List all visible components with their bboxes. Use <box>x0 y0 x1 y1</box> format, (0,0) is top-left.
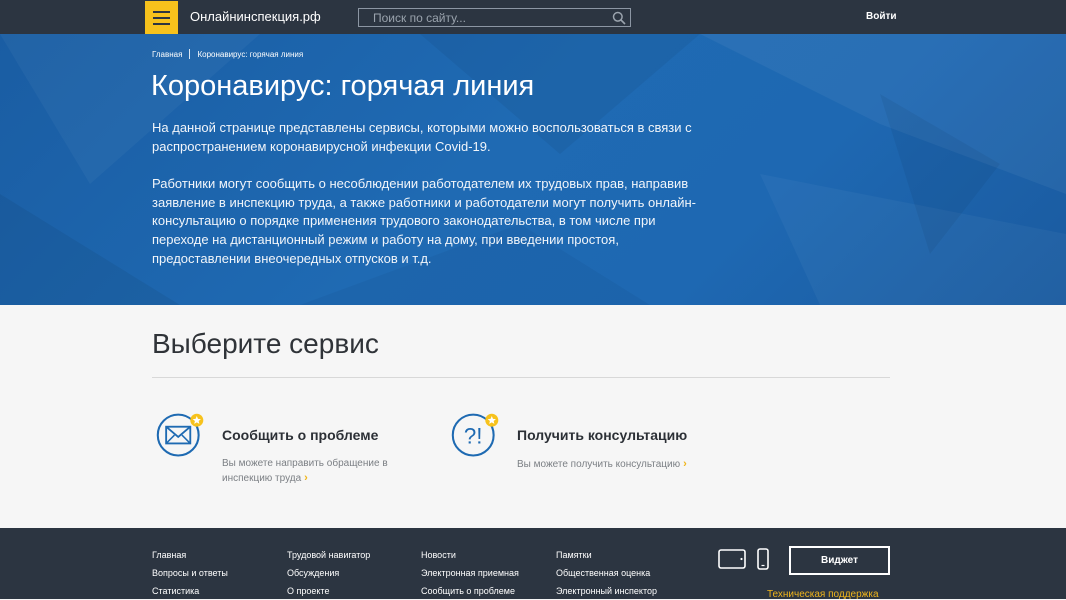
breadcrumb-home-link[interactable]: Главная <box>152 50 182 59</box>
service-card-description-text: Вы можете получить консультацию <box>517 459 681 470</box>
search-box <box>358 8 631 27</box>
service-card-get-consultation[interactable]: ?! Получить консультацию Вы можете получ… <box>450 410 730 490</box>
hero-paragraph-2: Работники могут сообщить о несоблюдении … <box>152 176 696 266</box>
question-exclamation-icon: ?! <box>451 413 499 457</box>
service-card-report-problem[interactable]: Сообщить о проблеме Вы можете направить … <box>155 410 435 490</box>
svg-text:?!: ?! <box>464 423 483 448</box>
footer: Главная Вопросы и ответы Статистика Труд… <box>0 528 1066 600</box>
services-section-title: Выберите сервис <box>152 328 379 359</box>
tablet-icon[interactable] <box>718 549 746 569</box>
footer-link[interactable]: Электронный инспектор <box>556 582 657 600</box>
hero-banner: Главная Коронавирус: горячая линия Корон… <box>0 34 1066 305</box>
footer-link[interactable]: Вопросы и ответы <box>152 564 228 582</box>
footer-link[interactable]: Электронная приемная <box>421 564 519 582</box>
login-link[interactable]: Войти <box>866 11 897 22</box>
service-card-description: Вы можете направить обращение в инспекци… <box>222 457 412 486</box>
footer-link[interactable]: Главная <box>152 546 228 564</box>
footer-column-2: Трудовой навигатор Обсуждения О проекте <box>287 546 370 600</box>
menu-icon-line <box>153 16 170 19</box>
footer-link[interactable]: Сообщить о проблеме <box>421 582 519 600</box>
search-input[interactable] <box>359 9 599 27</box>
footer-link[interactable]: О проекте <box>287 582 370 600</box>
footer-link[interactable]: Памятки <box>556 546 657 564</box>
service-card-title: Получить консультацию <box>517 427 688 443</box>
tech-support-link[interactable]: Техническая поддержка <box>767 589 879 600</box>
breadcrumb: Главная Коронавирус: горячая линия <box>152 49 303 59</box>
breadcrumb-separator <box>189 49 191 59</box>
service-card-description: Вы можете получить консультацию › <box>517 457 737 472</box>
widget-button[interactable]: Виджет <box>789 546 890 575</box>
phone-icon[interactable] <box>757 548 769 570</box>
footer-link[interactable]: Статистика <box>152 582 228 600</box>
hero-paragraph-1: На данной странице представлены сервисы,… <box>152 120 692 154</box>
menu-icon-line <box>153 22 170 25</box>
section-divider <box>152 377 890 378</box>
chevron-right-icon: › <box>304 472 308 484</box>
search-icon[interactable] <box>612 11 626 25</box>
site-logo-link[interactable]: Онлайнинспекция.рф <box>190 9 321 24</box>
hero-description: На данной странице представлены сервисы,… <box>152 119 712 268</box>
page-title: Коронавирус: горячая линия <box>151 70 535 102</box>
footer-link[interactable]: Новости <box>421 546 519 564</box>
footer-column-1: Главная Вопросы и ответы Статистика <box>152 546 228 600</box>
footer-column-3: Новости Электронная приемная Сообщить о … <box>421 546 519 600</box>
chevron-right-icon: › <box>683 458 687 470</box>
footer-link[interactable]: Обсуждения <box>287 564 370 582</box>
menu-icon-line <box>153 10 170 13</box>
footer-column-4: Памятки Общественная оценка Электронный … <box>556 546 657 600</box>
footer-link[interactable]: Трудовой навигатор <box>287 546 370 564</box>
service-card-title: Сообщить о проблеме <box>222 427 379 443</box>
envelope-icon <box>156 413 204 457</box>
menu-button[interactable] <box>145 1 178 34</box>
top-navigation-bar: Онлайнинспекция.рф Войти <box>0 0 1066 34</box>
breadcrumb-current: Коронавирус: горячая линия <box>197 49 304 59</box>
footer-link[interactable]: Общественная оценка <box>556 564 657 582</box>
